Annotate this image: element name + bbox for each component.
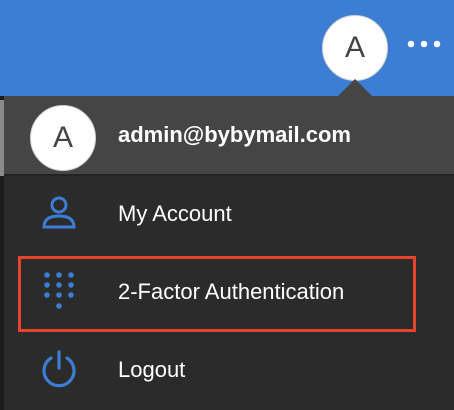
account-dropdown-menu: A admin@bybymail.com My Account 2-Factor…: [4, 96, 454, 410]
menu-item-my-account[interactable]: My Account: [4, 174, 454, 252]
top-bar: A: [0, 0, 454, 96]
more-dots-icon[interactable]: [404, 34, 444, 54]
menu-item-label: 2-Factor Authentication: [118, 279, 345, 304]
avatar-initial: A: [52, 121, 73, 154]
account-menu-header[interactable]: A admin@bybymail.com: [4, 96, 454, 174]
menu-item-logout[interactable]: Logout: [4, 330, 454, 408]
account-email: admin@bybymail.com: [118, 122, 351, 147]
avatar: A: [30, 105, 96, 171]
user-icon: [38, 192, 80, 234]
menu-item-label: Logout: [118, 357, 186, 382]
menu-item-label: My Account: [118, 201, 232, 226]
menu-caret: [338, 79, 372, 96]
user-avatar-button[interactable]: A: [322, 15, 388, 81]
power-icon: [38, 348, 80, 390]
menu-item-2fa[interactable]: 2-Factor Authentication: [4, 252, 454, 332]
avatar-initial: A: [344, 31, 365, 64]
keypad-icon: [38, 270, 80, 312]
